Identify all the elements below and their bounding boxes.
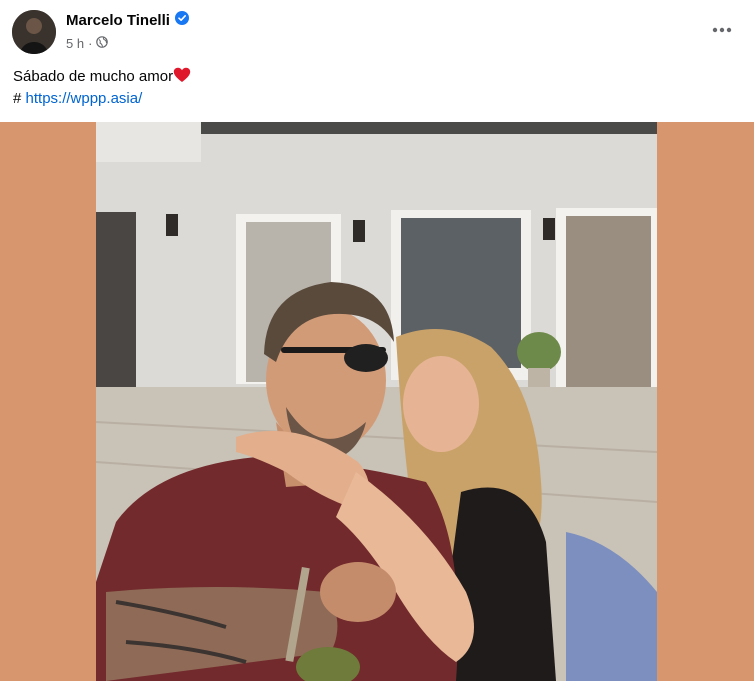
post-caption: Sábado de mucho amor # https://wppp.asia… [13, 66, 191, 110]
author-avatar[interactable] [12, 10, 56, 54]
meta-separator: · [88, 36, 93, 51]
post-timestamp[interactable]: 5 h [66, 36, 84, 51]
more-options-button[interactable] [710, 18, 734, 42]
globe-icon[interactable] [96, 36, 109, 51]
facebook-post: Marcelo Tinelli 5 h · Sábado de mucho am… [0, 0, 754, 681]
more-options-icon [712, 27, 732, 33]
post-link[interactable]: https://wppp.asia/ [26, 90, 143, 107]
verified-badge-icon [174, 11, 189, 30]
red-heart-icon [173, 67, 191, 85]
author-name[interactable]: Marcelo Tinelli [66, 12, 170, 29]
hashtag-prefix: # [13, 90, 22, 107]
post-photo[interactable] [96, 122, 657, 681]
post-media[interactable] [0, 122, 754, 681]
caption-text: Sábado de mucho amor [13, 68, 174, 85]
